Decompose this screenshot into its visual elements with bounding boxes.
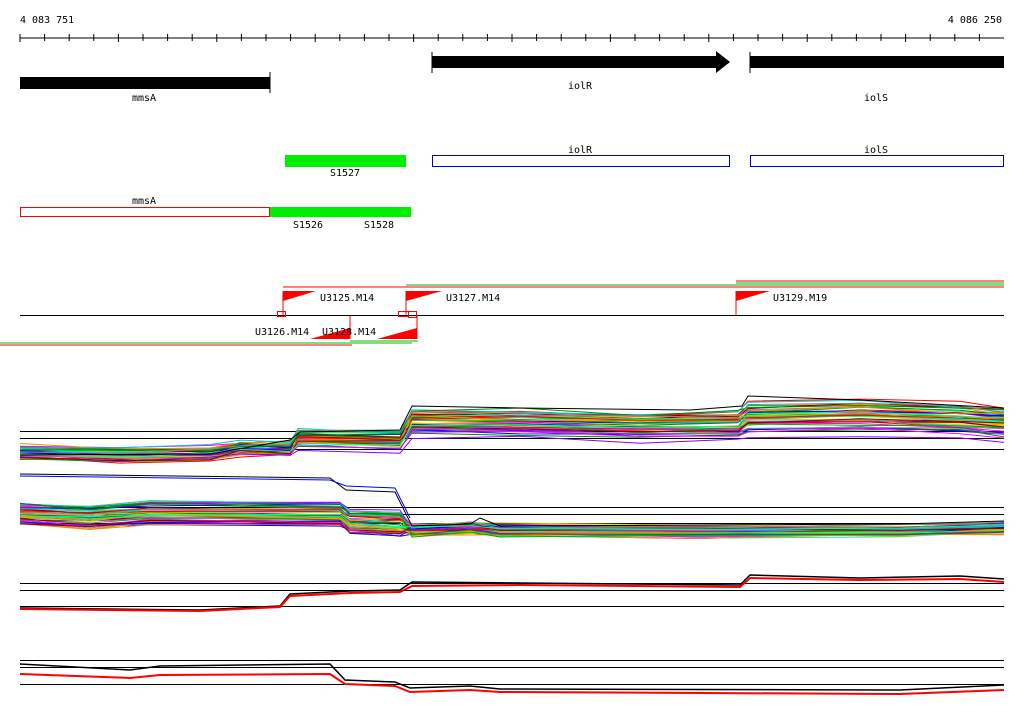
promoter-U3128-marker <box>408 311 417 318</box>
expression-track-forward-multi <box>19 395 1005 464</box>
genome-track-canvas: 4 083 751 4 086 250 mmsA iolR iolS S1527… <box>0 15 1005 696</box>
promoter-U3129-label: U3129.M19 <box>773 293 827 304</box>
promoter-U3127-M14[interactable]: U3127.M14 <box>398 291 501 317</box>
gene-mmsA-label: mmsA <box>132 93 156 104</box>
segment-S1526-S1528[interactable]: S1526 S1528 <box>270 207 411 231</box>
coordinate-ruler: 4 083 751 4 086 250 <box>19 15 1004 42</box>
feature-iolR-box <box>432 155 730 167</box>
segment-S1526-S1528-bar <box>270 207 411 217</box>
expression-track-reverse-summary <box>19 660 1005 696</box>
promoter-U3125-M14[interactable]: U3125.M14 <box>277 291 375 317</box>
promoter-U3125-label: U3125.M14 <box>320 293 374 304</box>
gene-iolR[interactable]: iolR <box>431 51 730 92</box>
gene-iolS-bar <box>750 56 1004 68</box>
gene-track: mmsA iolR iolS <box>20 51 1004 104</box>
segment-S1528-label: S1528 <box>364 220 394 231</box>
feature-iolR[interactable]: iolR <box>432 145 730 167</box>
segment-S1527-bar <box>285 155 406 167</box>
gene-iolS[interactable]: iolS <box>749 52 1004 104</box>
gene-iolR-label: iolR <box>568 81 593 92</box>
promoter-U3128-flag-icon <box>377 328 417 339</box>
feature-mmsA[interactable]: mmsA <box>20 196 270 217</box>
feature-iolS-label: iolS <box>864 145 888 156</box>
promoter-track: U3125.M14 U3127.M14 U3129.M19 U3126.M14 <box>0 280 1004 346</box>
expression-track-forward-summary <box>19 574 1005 613</box>
gene-mmsA-bar <box>20 77 270 89</box>
feature-iolS-box <box>750 155 1004 167</box>
gene-iolR-arrow <box>432 51 730 73</box>
gene-iolS-label: iolS <box>864 93 888 104</box>
feature-iolS[interactable]: iolS <box>750 145 1004 167</box>
ruler-end-label: 4 086 250 <box>948 15 1002 26</box>
promoter-U3129-M19[interactable]: U3129.M19 <box>735 291 827 315</box>
promoter-U3126-label: U3126.M14 <box>255 327 309 338</box>
promoter-U3128-label: U3128.M14 <box>322 327 376 338</box>
feature-iolR-label: iolR <box>568 145 593 156</box>
promoter-U3127-label: U3127.M14 <box>446 293 500 304</box>
annotation-track: S1527 iolR iolS mmsA S1526 S1528 <box>20 145 1004 231</box>
promoter-U3129-flag-icon <box>736 291 770 301</box>
gene-mmsA[interactable]: mmsA <box>20 72 271 104</box>
segment-S1527-label: S1527 <box>330 168 360 179</box>
segment-S1526-label: S1526 <box>293 220 323 231</box>
segment-S1527[interactable]: S1527 <box>285 155 406 179</box>
ruler-start-label: 4 083 751 <box>20 15 74 26</box>
feature-mmsA-box <box>20 207 270 217</box>
expression-track-reverse-multi <box>19 473 1005 540</box>
promoter-U3127-flag-icon <box>406 291 442 301</box>
genome-browser-view: 4 083 751 4 086 250 mmsA iolR iolS S1527… <box>0 0 1024 714</box>
promoter-U3125-flag-icon <box>283 291 316 301</box>
feature-mmsA-label: mmsA <box>132 196 156 207</box>
